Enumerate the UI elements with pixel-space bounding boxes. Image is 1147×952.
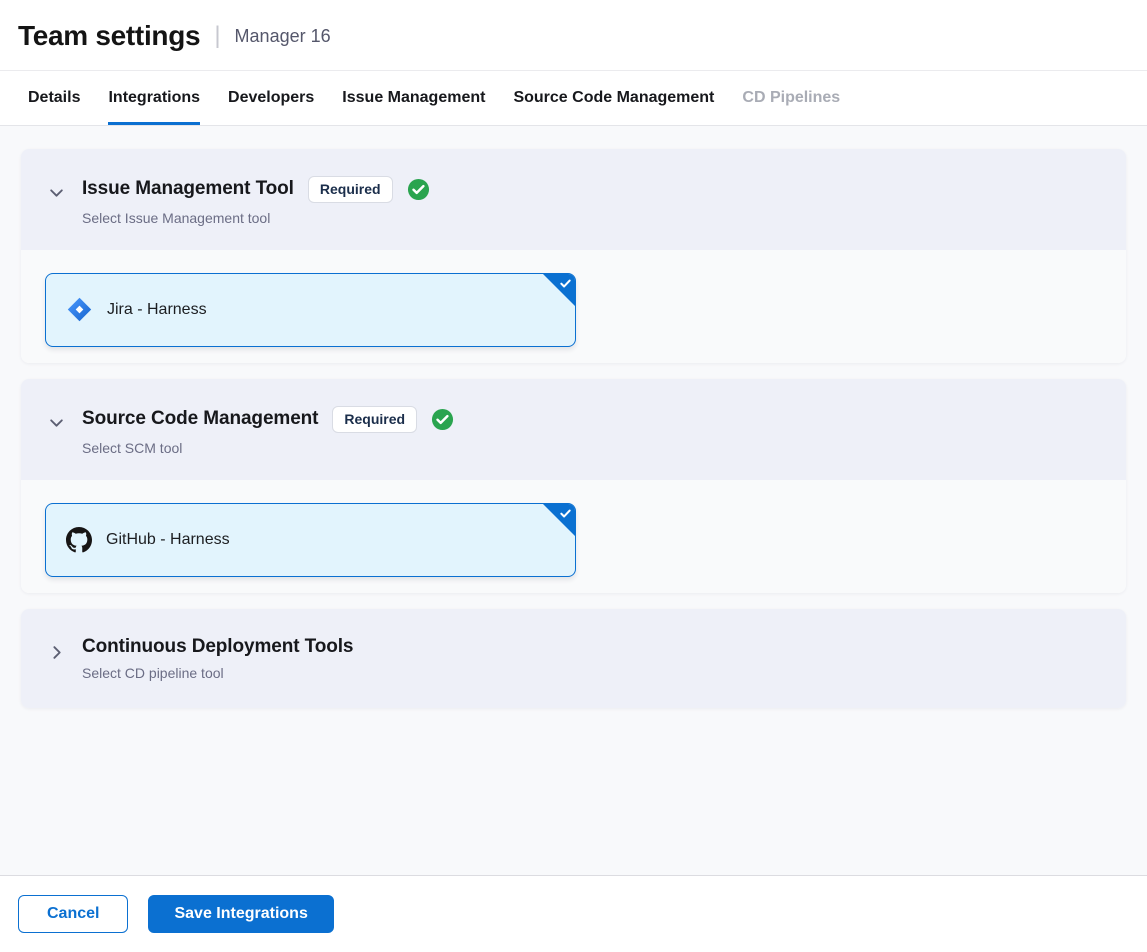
section-continuous-deployment: Continuous Deployment Tools Select CD pi… bbox=[21, 609, 1126, 708]
footer-action-bar: Cancel Save Integrations bbox=[0, 875, 1147, 952]
title-divider: | bbox=[214, 24, 220, 48]
option-label: Jira - Harness bbox=[107, 301, 207, 319]
chevron-down-icon[interactable] bbox=[48, 414, 65, 431]
section-subtitle: Select Issue Management tool bbox=[82, 210, 430, 226]
section-header-scm: Source Code Management Required Select S… bbox=[21, 379, 1126, 480]
integrations-content: Issue Management Tool Required Select Is… bbox=[0, 126, 1147, 875]
section-body-issue-management: Jira - Harness bbox=[21, 250, 1126, 363]
tab-cd-pipelines: CD Pipelines bbox=[742, 71, 840, 125]
check-circle-icon bbox=[407, 178, 430, 201]
github-icon bbox=[66, 527, 92, 553]
required-badge: Required bbox=[332, 406, 417, 433]
tab-bar: Details Integrations Developers Issue Ma… bbox=[0, 71, 1147, 126]
save-integrations-button[interactable]: Save Integrations bbox=[148, 895, 333, 933]
section-issue-management-tool: Issue Management Tool Required Select Is… bbox=[21, 149, 1126, 363]
chevron-right-icon[interactable] bbox=[48, 644, 65, 661]
tab-integrations[interactable]: Integrations bbox=[108, 71, 200, 125]
page-title: Team settings bbox=[18, 20, 200, 52]
chevron-down-icon[interactable] bbox=[48, 184, 65, 201]
section-title: Source Code Management bbox=[82, 408, 318, 430]
section-title: Issue Management Tool bbox=[82, 178, 294, 200]
section-title: Continuous Deployment Tools bbox=[82, 636, 353, 658]
section-body-scm: GitHub - Harness bbox=[21, 480, 1126, 593]
section-source-code-management: Source Code Management Required Select S… bbox=[21, 379, 1126, 593]
tab-issue-management[interactable]: Issue Management bbox=[342, 71, 485, 125]
tab-details[interactable]: Details bbox=[28, 71, 80, 125]
check-circle-icon bbox=[431, 408, 454, 431]
option-card-github-harness[interactable]: GitHub - Harness bbox=[45, 503, 576, 577]
page-subtitle: Manager 16 bbox=[235, 26, 331, 47]
section-header-issue-management: Issue Management Tool Required Select Is… bbox=[21, 149, 1126, 250]
tab-developers[interactable]: Developers bbox=[228, 71, 314, 125]
option-label: GitHub - Harness bbox=[106, 531, 230, 549]
section-header-cd: Continuous Deployment Tools Select CD pi… bbox=[21, 609, 1126, 708]
selected-check-icon bbox=[559, 277, 572, 290]
section-subtitle: Select SCM tool bbox=[82, 440, 454, 456]
option-card-jira-harness[interactable]: Jira - Harness bbox=[45, 273, 576, 347]
jira-icon bbox=[66, 296, 93, 323]
tab-source-code-management[interactable]: Source Code Management bbox=[513, 71, 714, 125]
required-badge: Required bbox=[308, 176, 393, 203]
page-header: Team settings | Manager 16 bbox=[0, 0, 1147, 71]
cancel-button[interactable]: Cancel bbox=[18, 895, 128, 933]
selected-check-icon bbox=[559, 507, 572, 520]
section-subtitle: Select CD pipeline tool bbox=[82, 665, 353, 681]
